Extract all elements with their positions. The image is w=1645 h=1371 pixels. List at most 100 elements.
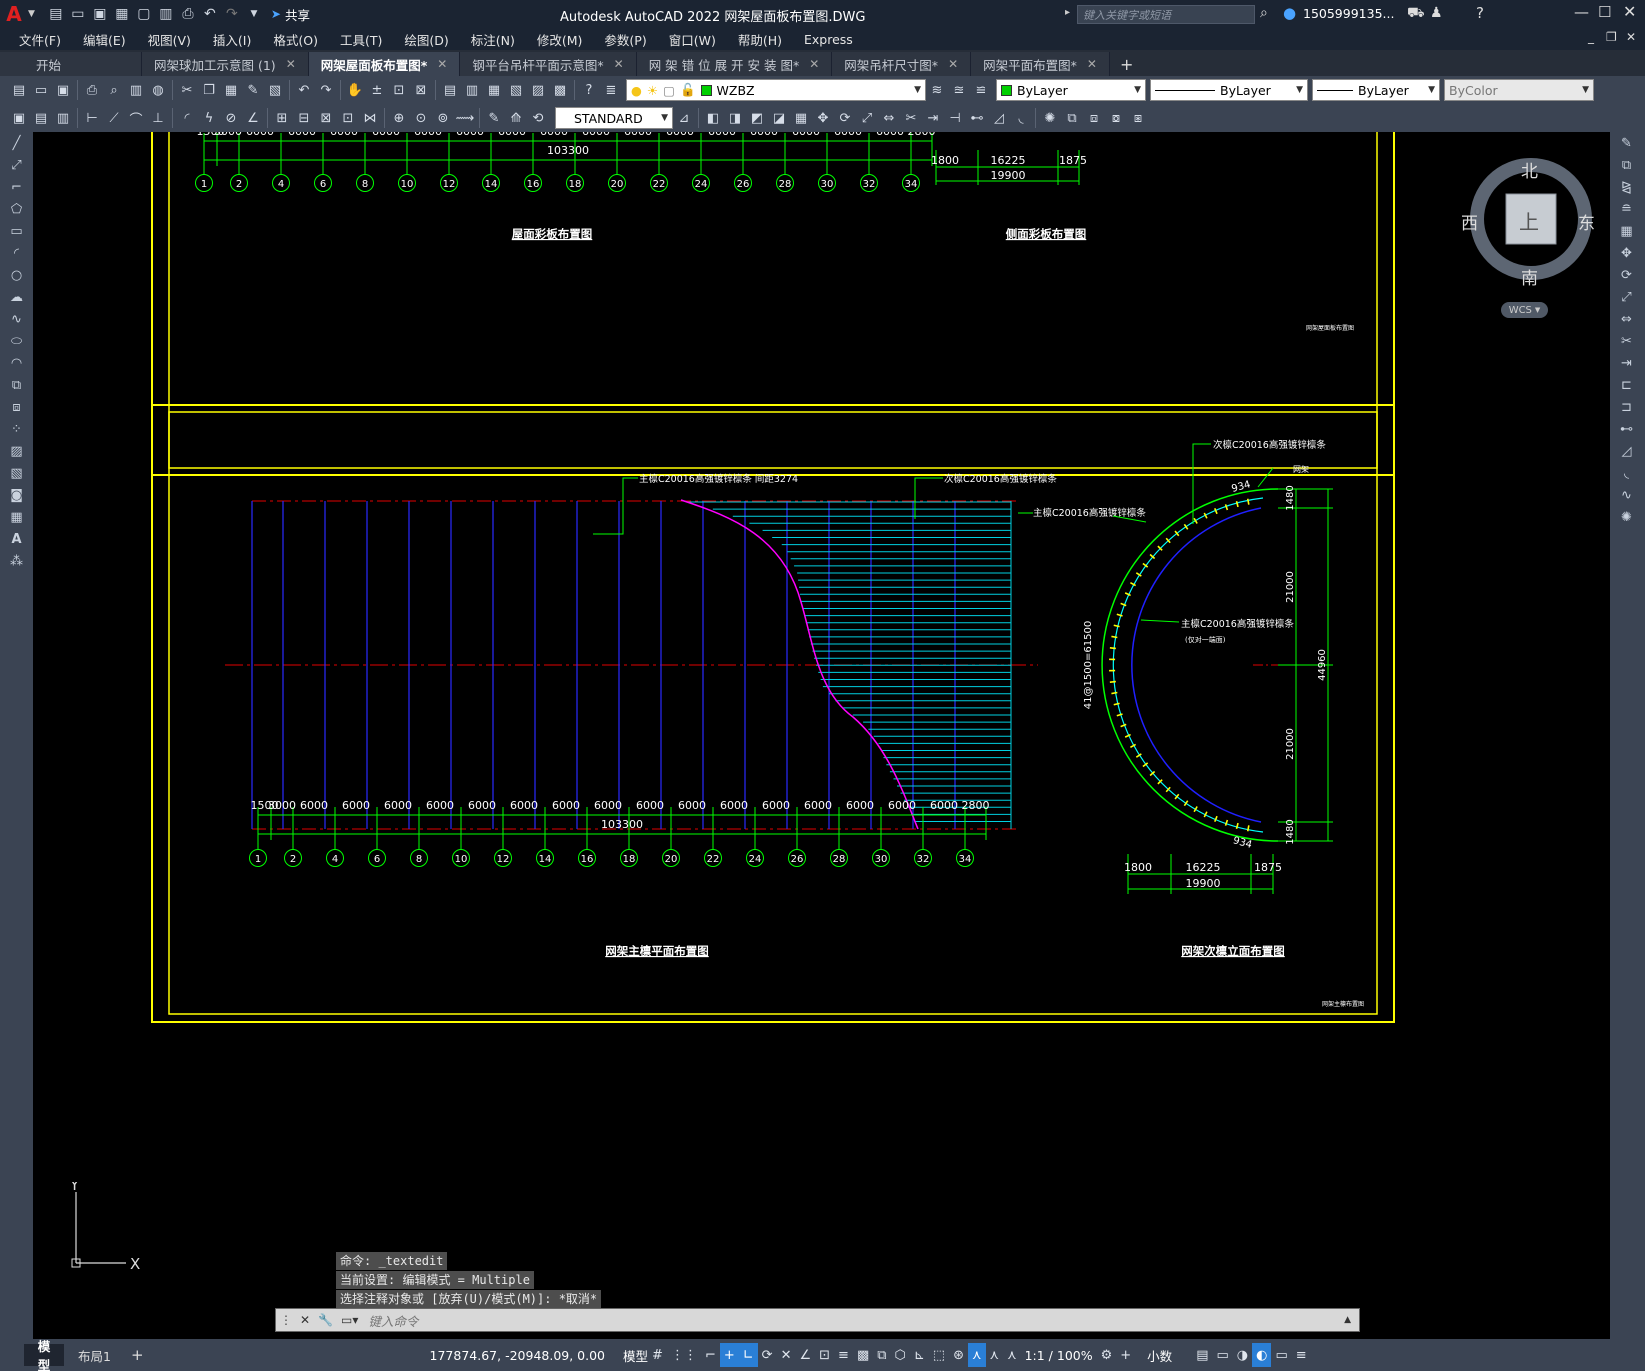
- transparency-icon[interactable]: ▩: [853, 1343, 873, 1367]
- menu-window[interactable]: 窗口(W): [658, 30, 727, 49]
- wcs-menu[interactable]: WCS ▼: [1501, 302, 1548, 318]
- quickcalc-icon[interactable]: ▩: [549, 79, 571, 101]
- tab-close-icon[interactable]: ✕: [437, 57, 447, 71]
- minimize-icon[interactable]: —: [1574, 3, 1589, 21]
- tab-close-icon[interactable]: ✕: [948, 57, 958, 71]
- make-current-icon[interactable]: ≋: [926, 79, 948, 101]
- viewcube-south[interactable]: 南: [1521, 264, 1538, 289]
- search-input[interactable]: 键入关键字或短语: [1077, 5, 1255, 24]
- extend-icon[interactable]: ⇥: [1610, 352, 1643, 374]
- menu-draw[interactable]: 绘图(D): [393, 30, 459, 49]
- autodesk-app-icon[interactable]: ♟: [1430, 5, 1443, 21]
- drawing-svg[interactable]: 1500300060006000600060006000600060006000…: [33, 132, 1610, 1339]
- menu-dimension[interactable]: 标注(N): [460, 30, 526, 49]
- save-as-icon[interactable]: ▦: [111, 3, 133, 25]
- plot-icon[interactable]: ⎙: [177, 3, 199, 25]
- arc-icon[interactable]: ◜: [0, 242, 33, 264]
- undo-icon[interactable]: ↶: [293, 79, 315, 101]
- grip-icon[interactable]: ⋮: [276, 1313, 296, 1327]
- match-prop-icon[interactable]: ✎: [242, 79, 264, 101]
- web-open-icon[interactable]: ▢: [133, 3, 155, 25]
- jogged-linear-icon[interactable]: ⟿: [454, 107, 476, 129]
- tab-start[interactable]: 开始: [0, 52, 142, 76]
- plot-icon[interactable]: ⎙: [81, 79, 103, 101]
- layer-properties-icon[interactable]: ≣: [600, 79, 622, 101]
- array-icon[interactable]: ▦: [790, 107, 812, 129]
- preview-icon[interactable]: ⌕: [103, 79, 125, 101]
- annotation-scale-value[interactable]: 1:1 / 100%: [1021, 1348, 1097, 1363]
- autocad-logo-icon[interactable]: A: [0, 0, 28, 28]
- search-icon[interactable]: ⌕: [1260, 5, 1268, 21]
- text-style-dropdown[interactable]: STANDARD ▼: [555, 107, 673, 129]
- help-icon[interactable]: ?: [578, 79, 600, 101]
- revcloud-icon[interactable]: ☁: [0, 286, 33, 308]
- rectangle-icon[interactable]: ▭: [0, 220, 33, 242]
- annotation-monitor-icon[interactable]: +: [1116, 1343, 1135, 1367]
- explode-icon[interactable]: ✺: [1610, 506, 1643, 528]
- lineweight-icon[interactable]: ≡: [834, 1343, 853, 1367]
- doc-minimize-icon[interactable]: _: [1588, 30, 1594, 44]
- open-file-icon[interactable]: ▭: [67, 3, 89, 25]
- rotate-icon[interactable]: ⟳: [1610, 264, 1643, 286]
- dim-space-icon[interactable]: ⊡: [337, 107, 359, 129]
- array-icon[interactable]: ▦: [1610, 220, 1643, 242]
- text-front-icon[interactable]: ⧆: [1127, 107, 1149, 129]
- dim-angular-icon[interactable]: ∠: [242, 107, 264, 129]
- chamfer-icon[interactable]: ◿: [1610, 440, 1643, 462]
- search-expand-icon[interactable]: ▸: [1065, 7, 1070, 18]
- region-icon[interactable]: ◙: [0, 484, 33, 506]
- menu-parametric[interactable]: 参数(P): [593, 30, 657, 49]
- ortho-icon[interactable]: ∟: [738, 1343, 758, 1367]
- sheet-set-icon[interactable]: ▧: [505, 79, 527, 101]
- fillet-icon[interactable]: ◟: [1610, 462, 1643, 484]
- paste-icon[interactable]: ▦: [220, 79, 242, 101]
- customization-icon[interactable]: ≡: [1292, 1343, 1311, 1367]
- layer-previous-icon[interactable]: ≊: [948, 79, 970, 101]
- 3d-osnap-icon[interactable]: ⬡: [891, 1343, 910, 1367]
- share-button[interactable]: ➤ 共享: [271, 5, 310, 24]
- dim-style-icon[interactable]: ⊿: [673, 107, 695, 129]
- insert-block-icon[interactable]: ⧉: [0, 374, 33, 396]
- menu-view[interactable]: 视图(V): [137, 30, 202, 49]
- lineweight-dropdown[interactable]: ByLayer ▼: [1312, 79, 1440, 101]
- undo-icon[interactable]: ↶: [199, 3, 221, 25]
- inspection-icon[interactable]: ⊚: [432, 107, 454, 129]
- menu-express[interactable]: Express: [793, 32, 864, 47]
- tool-palettes-icon[interactable]: ▦: [483, 79, 505, 101]
- markup-icon[interactable]: ▨: [527, 79, 549, 101]
- block-editor-icon[interactable]: ▧: [264, 79, 286, 101]
- tab-file-2[interactable]: 网架屋面板布置图* ✕: [308, 52, 461, 76]
- coordinates-readout[interactable]: 177874.67, -20948.09, 0.00: [430, 1348, 605, 1363]
- gradient-icon[interactable]: ▧: [0, 462, 33, 484]
- attdef-icon[interactable]: ▥: [52, 107, 74, 129]
- hatch-icon[interactable]: ▨: [0, 440, 33, 462]
- dim-radius-icon[interactable]: ◜: [176, 107, 198, 129]
- dim-ordinate-icon[interactable]: ⊥: [147, 107, 169, 129]
- app-menu-arrow-icon[interactable]: ▼: [28, 9, 35, 19]
- annotation-scale-icon[interactable]: ⋏: [1003, 1343, 1021, 1367]
- explode-icon[interactable]: ✺: [1039, 107, 1061, 129]
- viewcube-west[interactable]: 西: [1461, 209, 1478, 234]
- object-snap-tracking-icon[interactable]: ∠: [795, 1343, 815, 1367]
- blend-icon[interactable]: ∿: [1610, 484, 1643, 506]
- gizmo-icon[interactable]: ⊛: [949, 1343, 968, 1367]
- viewcube-east[interactable]: 东: [1578, 209, 1595, 234]
- point-icon[interactable]: ⁘: [0, 418, 33, 440]
- menu-insert[interactable]: 插入(I): [202, 30, 262, 49]
- dim-arc-icon[interactable]: ⌒: [125, 107, 147, 129]
- tab-file-3[interactable]: 钢平台吊杆平面示意图* ✕: [460, 52, 637, 76]
- dynamic-input-icon[interactable]: +: [719, 1343, 739, 1367]
- add-selected-icon[interactable]: ⁂: [0, 550, 33, 572]
- scale-icon[interactable]: ⤢: [856, 107, 878, 129]
- dim-baseline-icon[interactable]: ⊟: [293, 107, 315, 129]
- move-icon[interactable]: ✥: [1610, 242, 1643, 264]
- annotation-visibility-icon[interactable]: ⋏: [968, 1343, 986, 1367]
- stretch-icon[interactable]: ⇔: [1610, 308, 1643, 330]
- tab-file-4[interactable]: 网 架 错 位 展 开 安 装 图* ✕: [636, 52, 833, 76]
- break-icon[interactable]: ⊐: [1610, 396, 1643, 418]
- make-block-icon[interactable]: ⧈: [0, 396, 33, 418]
- lock-ui-icon[interactable]: ▭: [1212, 1343, 1232, 1367]
- properties-icon[interactable]: ▤: [439, 79, 461, 101]
- snap-icon[interactable]: ⋮⋮: [667, 1343, 701, 1367]
- infer-icon[interactable]: ⌐: [701, 1343, 720, 1367]
